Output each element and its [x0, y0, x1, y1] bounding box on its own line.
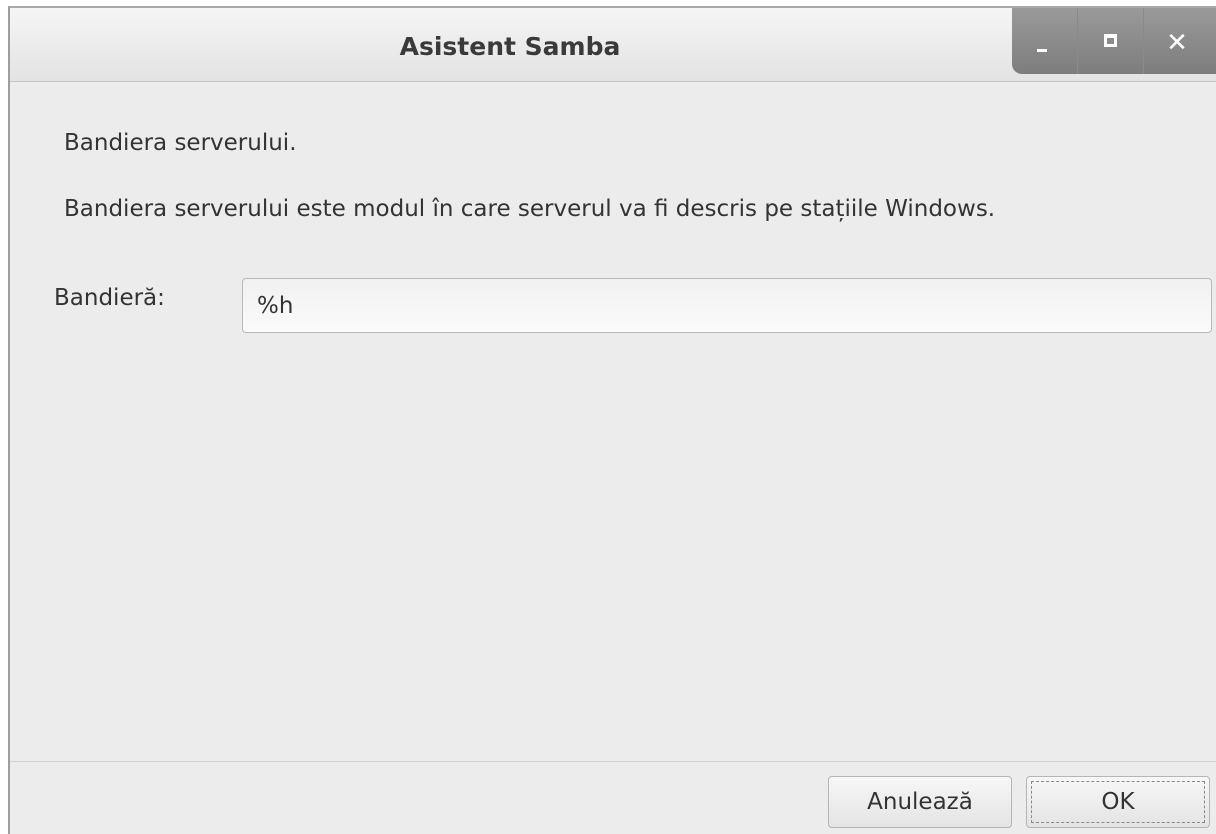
title-bar[interactable]: Asistent Samba ✕ — [10, 8, 1216, 82]
close-icon: ✕ — [1166, 28, 1188, 58]
maximize-button[interactable] — [1078, 8, 1144, 74]
window-title: Asistent Samba — [399, 32, 621, 61]
cancel-button-label: Anulează — [867, 789, 973, 815]
minimize-icon — [1037, 49, 1047, 52]
cancel-button[interactable]: Anulează — [828, 776, 1012, 828]
banner-input[interactable] — [242, 278, 1212, 333]
banner-label: Bandieră: — [54, 285, 165, 311]
minimize-button[interactable] — [1012, 8, 1078, 74]
close-button[interactable]: ✕ — [1144, 8, 1210, 74]
ok-button[interactable]: OK — [1026, 776, 1210, 828]
maximize-icon — [1104, 34, 1117, 47]
footer-separator — [10, 761, 1216, 762]
ok-button-label: OK — [1101, 789, 1135, 815]
window-controls: ✕ — [1012, 8, 1216, 74]
page-heading: Bandiera serverului. — [64, 130, 297, 156]
page-description: Bandiera serverului este modul în care s… — [64, 196, 996, 222]
samba-wizard-window: Asistent Samba ✕ Bandiera serverului. Ba… — [8, 6, 1216, 834]
